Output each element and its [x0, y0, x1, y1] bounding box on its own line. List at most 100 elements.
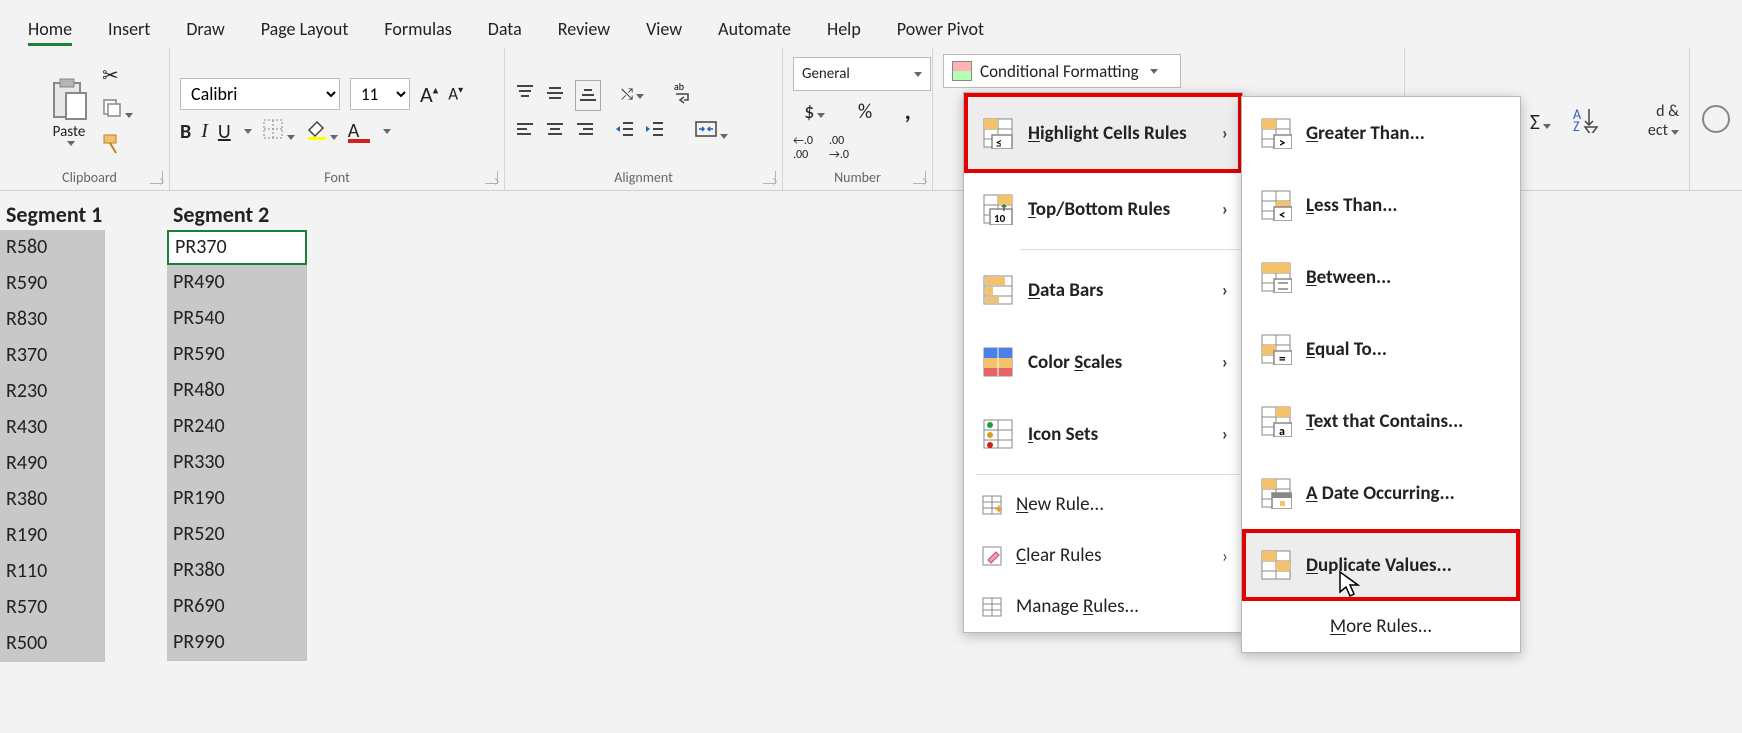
increase-font-icon[interactable]: A▴ — [420, 81, 438, 108]
align-right-icon[interactable] — [575, 119, 595, 144]
number-format-select[interactable]: General — [793, 57, 931, 91]
merge-center-icon[interactable] — [695, 119, 728, 144]
less-than-icon: < — [1260, 189, 1292, 221]
cell[interactable]: R370 — [0, 338, 105, 374]
menu-manage-rules[interactable]: Manage Rules... — [964, 581, 1242, 632]
menu-clear-rules[interactable]: Clear Rules› — [964, 530, 1242, 581]
menu-highlight-cells-rules[interactable]: ≤ Highlight Cells Rules› — [964, 93, 1242, 173]
underline-button[interactable]: U — [218, 120, 231, 144]
currency-button[interactable]: $ — [804, 100, 825, 124]
top-bottom-icon: 10 — [982, 193, 1014, 225]
bold-button[interactable]: B — [180, 120, 191, 144]
comma-button[interactable]: , — [905, 97, 911, 126]
tab-automate[interactable]: Automate — [700, 8, 809, 48]
cell[interactable]: R590 — [0, 266, 105, 302]
cell[interactable]: R230 — [0, 374, 105, 410]
orientation-icon[interactable]: ⤭ — [621, 86, 644, 104]
decrease-decimal-icon[interactable]: .00→.0 — [829, 134, 849, 162]
clipboard-launcher[interactable] — [150, 171, 163, 184]
cell[interactable]: R830 — [0, 302, 105, 338]
fill-color-button[interactable] — [305, 118, 338, 145]
tab-page-layout[interactable]: Page Layout — [243, 8, 367, 48]
font-name-select[interactable]: Calibri — [180, 78, 340, 110]
conditional-formatting-button[interactable]: Conditional Formatting — [943, 54, 1181, 88]
duplicate-values-icon — [1260, 549, 1292, 581]
cell[interactable]: PR590 — [167, 337, 307, 373]
cell[interactable]: PR380 — [167, 553, 307, 589]
addins-icon[interactable] — [1700, 103, 1732, 140]
cell[interactable]: R490 — [0, 446, 105, 482]
cell[interactable]: R190 — [0, 518, 105, 554]
alignment-launcher[interactable] — [763, 171, 776, 184]
tab-review[interactable]: Review — [540, 8, 628, 48]
cut-icon[interactable]: ✂ — [102, 63, 133, 88]
tab-home[interactable]: Home — [10, 8, 90, 48]
increase-decimal-icon[interactable]: ←.0.00 — [793, 134, 813, 162]
menu-equal-to[interactable]: = Equal To... — [1242, 313, 1520, 385]
cell[interactable]: R380 — [0, 482, 105, 518]
align-center-icon[interactable] — [545, 119, 565, 144]
cell[interactable]: PR540 — [167, 301, 307, 337]
font-color-button[interactable]: A — [348, 119, 370, 145]
between-icon — [1260, 261, 1292, 293]
increase-indent-icon[interactable] — [645, 119, 665, 144]
active-cell[interactable]: PR370 — [167, 230, 307, 265]
align-left-icon[interactable] — [515, 119, 535, 144]
menu-duplicate-values[interactable]: Duplicate Values... — [1242, 529, 1520, 601]
paste-label: Paste — [53, 123, 86, 141]
percent-button[interactable]: % — [858, 100, 872, 124]
align-bottom-icon[interactable] — [575, 80, 601, 111]
tab-draw[interactable]: Draw — [168, 8, 242, 48]
cell[interactable]: PR520 — [167, 517, 307, 553]
cell[interactable]: R500 — [0, 626, 105, 662]
align-middle-icon[interactable] — [545, 83, 565, 108]
menu-new-rule[interactable]: ✦ New Rule... — [964, 479, 1242, 530]
decrease-indent-icon[interactable] — [615, 119, 635, 144]
number-launcher[interactable] — [913, 171, 926, 184]
cell[interactable]: R570 — [0, 590, 105, 626]
autosum-button[interactable]: Σ — [1530, 108, 1551, 135]
cell[interactable]: PR240 — [167, 409, 307, 445]
paste-button[interactable]: Paste — [46, 77, 92, 146]
svg-text:<: < — [1279, 208, 1285, 221]
cell[interactable]: PR490 — [167, 265, 307, 301]
cell[interactable]: R430 — [0, 410, 105, 446]
cell[interactable]: PR690 — [167, 589, 307, 625]
tab-help[interactable]: Help — [809, 8, 879, 48]
font-size-select[interactable]: 11 — [350, 78, 410, 110]
highlight-cells-submenu: > Greater Than... < Less Than... Between… — [1241, 96, 1521, 653]
menu-between[interactable]: Between... — [1242, 241, 1520, 313]
menu-more-rules[interactable]: More Rules... — [1242, 601, 1520, 652]
borders-button[interactable] — [262, 118, 295, 145]
align-top-icon[interactable] — [515, 83, 535, 108]
sort-filter-button[interactable]: AZ — [1571, 105, 1599, 138]
decrease-font-icon[interactable]: A▾ — [448, 83, 463, 105]
cell[interactable]: PR990 — [167, 625, 307, 661]
font-launcher[interactable] — [485, 171, 498, 184]
wrap-text-icon[interactable]: ab — [674, 80, 696, 111]
menu-date-occurring[interactable]: A Date Occurring... — [1242, 457, 1520, 529]
svg-text:✦: ✦ — [993, 501, 1002, 515]
tab-formulas[interactable]: Formulas — [366, 8, 469, 48]
find-select-partial-b: ect — [1648, 121, 1668, 140]
tab-view[interactable]: View — [628, 8, 700, 48]
cell[interactable]: PR480 — [167, 373, 307, 409]
menu-text-contains[interactable]: a Text that Contains... — [1242, 385, 1520, 457]
menu-data-bars[interactable]: Data Bars› — [964, 254, 1242, 326]
cell[interactable]: PR190 — [167, 481, 307, 517]
menu-color-scales[interactable]: Color Scales› — [964, 326, 1242, 398]
menu-icon-sets[interactable]: Icon Sets› — [964, 398, 1242, 470]
italic-button[interactable]: I — [201, 120, 208, 143]
text-contains-icon: a — [1260, 405, 1292, 437]
cell[interactable]: R110 — [0, 554, 105, 590]
tab-data[interactable]: Data — [470, 8, 540, 48]
cell[interactable]: R580 — [0, 230, 105, 266]
menu-top-bottom-rules[interactable]: 10 Top/Bottom Rules› — [964, 173, 1242, 245]
menu-greater-than[interactable]: > Greater Than... — [1242, 97, 1520, 169]
menu-less-than[interactable]: < Less Than... — [1242, 169, 1520, 241]
tab-power-pivot[interactable]: Power Pivot — [879, 8, 1002, 48]
tab-insert[interactable]: Insert — [90, 8, 168, 48]
format-painter-icon[interactable] — [102, 133, 133, 160]
copy-icon[interactable] — [102, 98, 133, 123]
cell[interactable]: PR330 — [167, 445, 307, 481]
